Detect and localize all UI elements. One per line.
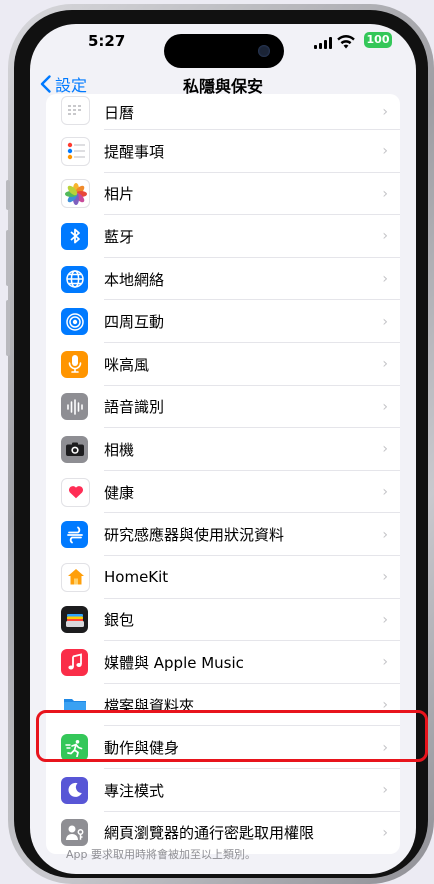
list-item-speech-recognition[interactable]: 語音識別 › (46, 386, 400, 429)
chevron-right-icon: › (382, 356, 388, 373)
apple-music-icon (61, 648, 88, 676)
chevron-right-icon: › (382, 228, 388, 245)
status-time: 5:27 (88, 32, 126, 50)
list-item-label: 檔案與資料夾 (104, 696, 195, 715)
chevron-right-icon: › (382, 654, 388, 671)
calendar-icon (61, 96, 90, 125)
volume-up-button (6, 230, 10, 286)
list-item-microphone[interactable]: 咪高風 › (46, 343, 400, 386)
list-item-homekit[interactable]: HomeKit › (46, 556, 400, 599)
focus-icon (61, 776, 88, 804)
chevron-right-icon: › (382, 569, 388, 586)
list-item-files[interactable]: 檔案與資料夾 › (46, 684, 400, 727)
list-item-label: 健康 (104, 483, 135, 502)
list-item-wallet[interactable]: 銀包 › (46, 599, 400, 642)
chevron-right-icon: › (382, 313, 388, 330)
chevron-right-icon: › (382, 526, 388, 543)
chevron-right-icon: › (382, 739, 388, 756)
chevron-right-icon: › (382, 441, 388, 458)
camera-lens (258, 45, 270, 57)
chevron-right-icon: › (382, 824, 388, 841)
list-item-label: 專注模式 (104, 781, 165, 800)
passkeys-icon (61, 819, 88, 847)
list-item-local-network[interactable]: 本地網絡 › (46, 258, 400, 301)
motion-fitness-icon (61, 734, 88, 762)
list-item-label: 本地網絡 (104, 270, 165, 289)
list-item-apple-music[interactable]: 媒體與 Apple Music › (46, 641, 400, 684)
homekit-icon (61, 562, 90, 592)
list-item-label: 四周互動 (104, 313, 165, 332)
chevron-right-icon: › (382, 611, 388, 628)
chevron-right-icon: › (382, 697, 388, 714)
speech-recognition-icon (61, 393, 88, 421)
photos-icon (61, 179, 90, 209)
list-item-label: 研究感應器與使用狀況資料 (104, 526, 285, 545)
microphone-icon (61, 350, 88, 378)
list-item-label: 媒體與 Apple Music (104, 653, 244, 672)
reminders-icon (61, 136, 90, 166)
chevron-right-icon: › (382, 398, 388, 415)
chevron-right-icon: › (382, 185, 388, 202)
list-item-motion-fitness[interactable]: 動作與健身 › (46, 726, 400, 769)
health-icon (61, 477, 90, 507)
chevron-right-icon: › (382, 484, 388, 501)
wallet-icon (61, 606, 88, 634)
stage: 5:27 100 設定 私隱與保安 日曆 › 提醒事項 › 相片 › 藍牙 › … (0, 0, 434, 884)
list-item-label: 相片 (104, 185, 135, 204)
list-item-label: 藍牙 (104, 227, 135, 246)
chevron-right-icon: › (382, 143, 388, 160)
list-item-label: 銀包 (104, 611, 135, 630)
list-item-bluetooth[interactable]: 藍牙 › (46, 215, 400, 258)
footer-note: App 要求取用時將會被加至以上類別。 (66, 848, 256, 861)
list-item-label: 咪高風 (104, 355, 150, 374)
nearby-interactions-icon (61, 308, 88, 336)
signal-icon (314, 37, 332, 49)
list-item-research-sensor[interactable]: 研究感應器與使用狀況資料 › (46, 513, 400, 556)
list-item-focus[interactable]: 專注模式 › (46, 769, 400, 812)
wifi-icon (337, 35, 355, 49)
list-item-health[interactable]: 健康 › (46, 471, 400, 514)
list-item-photos[interactable]: 相片 › (46, 173, 400, 216)
battery-indicator: 100 (364, 32, 392, 48)
list-item-label: 提醒事項 (104, 142, 165, 161)
list-item-label: 語音識別 (104, 398, 165, 417)
local-network-icon (61, 265, 88, 293)
privacy-list: 日曆 › 提醒事項 › 相片 › 藍牙 › 本地網絡 › 四周互動 › 咪高風 … (46, 94, 400, 855)
camera-icon (61, 435, 88, 463)
list-item-camera[interactable]: 相機 › (46, 428, 400, 471)
files-icon (61, 691, 88, 719)
side-button (6, 180, 10, 210)
chevron-right-icon: › (382, 104, 388, 120)
list-item-calendar[interactable]: 日曆 › (46, 94, 400, 130)
list-item-label: HomeKit (104, 568, 169, 587)
list-item-nearby-interactions[interactable]: 四周互動 › (46, 300, 400, 343)
status-bar: 5:27 100 (30, 24, 416, 68)
list-item-label: 相機 (104, 440, 135, 459)
list-item-reminders[interactable]: 提醒事項 › (46, 130, 400, 173)
list-item-label: 動作與健身 (104, 739, 180, 758)
chevron-right-icon: › (382, 271, 388, 288)
dynamic-island (164, 34, 284, 68)
bluetooth-icon (61, 222, 88, 250)
chevron-right-icon: › (382, 782, 388, 799)
screen: 5:27 100 設定 私隱與保安 日曆 › 提醒事項 › 相片 › 藍牙 › … (30, 24, 416, 874)
list-item-label: 日曆 (104, 103, 135, 122)
volume-down-button (6, 300, 10, 356)
list-item-label: 網頁瀏覽器的通行密匙取用權限 (104, 824, 315, 843)
research-sensor-icon (61, 521, 88, 549)
